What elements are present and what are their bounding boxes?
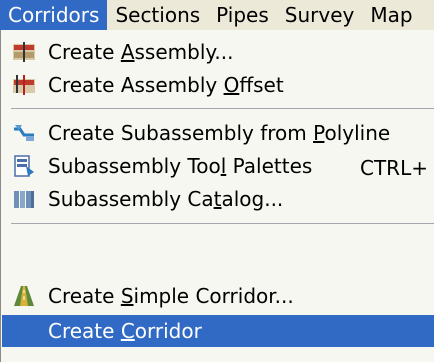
menu-item-label: Create Assembly... [48,40,234,64]
menu-item-label: Create Simple Corridor... [48,284,294,308]
menu-item-label: Create Assembly Offset [48,73,284,97]
tool-palettes-icon [12,154,36,178]
create-assembly-icon [12,40,36,64]
menu-bar: Corridors Sections Pipes Survey Map [0,0,434,30]
menu-pipes[interactable]: Pipes [208,0,277,30]
menu-item-label: Create Corridor [48,319,202,343]
menu-item-create-assembly[interactable]: Create Assembly... [2,36,434,68]
menu-map[interactable]: Map [362,0,420,30]
menu-item-label: Subassembly Tool Palettes [48,154,313,178]
create-corridor-icon [12,319,36,343]
menu-separator [11,108,434,110]
menu-item-subassembly-catalog[interactable]: Subassembly Catalog... [2,183,434,215]
menu-item-label: Subassembly Catalog... [48,187,284,211]
menu-item-subassembly-tool-palettes[interactable]: Subassembly Tool Palettes CTRL+ [2,150,434,182]
menu-survey[interactable]: Survey [277,0,363,30]
corridors-dropdown: Create Assembly... Create Assembly Offse… [0,30,434,362]
menu-corridors[interactable]: Corridors [0,0,108,30]
menu-item-create-assembly-offset[interactable]: Create Assembly Offset [2,69,434,101]
menu-item-label: Create Subassembly from Polyline [48,121,391,145]
subassembly-polyline-icon [12,121,36,145]
simple-corridor-icon [12,284,36,308]
menu-item-create-subassembly-from-polyline[interactable]: Create Subassembly from Polyline [2,117,434,149]
menu-item-create-corridor[interactable]: Create Corridor [2,315,434,347]
menu-separator [11,223,434,225]
menu-sections[interactable]: Sections [107,0,208,30]
menu-item-create-simple-corridor[interactable]: Create Simple Corridor... [2,280,434,312]
assembly-offset-icon [12,73,36,97]
catalog-icon [12,187,36,211]
menu-item-shortcut: CTRL+ [360,156,428,180]
